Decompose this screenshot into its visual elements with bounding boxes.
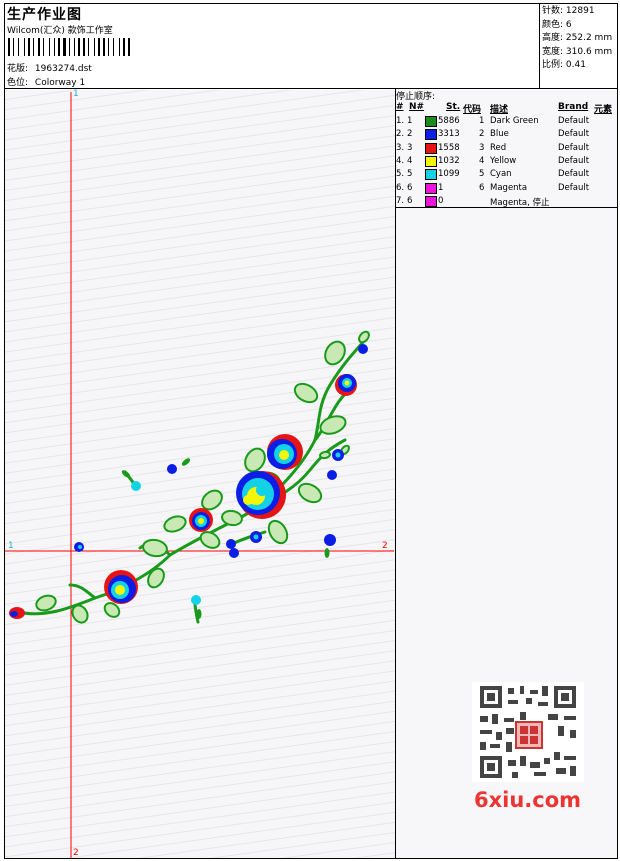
leaves bbox=[35, 330, 370, 624]
flower-large-center bbox=[236, 471, 286, 519]
x-axis-start-label: 1 bbox=[8, 541, 14, 551]
flower-top bbox=[267, 434, 303, 470]
site-watermark: 6xiu.com bbox=[474, 788, 582, 812]
bud-left bbox=[9, 607, 25, 619]
flower-mid bbox=[189, 508, 213, 532]
stems bbox=[16, 338, 367, 624]
qr-code bbox=[472, 682, 584, 782]
y-axis-end-label: 2 bbox=[73, 848, 79, 858]
flower-left bbox=[104, 570, 138, 604]
qr-code-graphic bbox=[480, 686, 576, 778]
flower-top-right bbox=[335, 374, 357, 396]
seal-icon bbox=[515, 721, 543, 749]
x-axis-end-label: 2 bbox=[382, 541, 388, 551]
y-axis-start-label: 1 bbox=[73, 89, 79, 99]
